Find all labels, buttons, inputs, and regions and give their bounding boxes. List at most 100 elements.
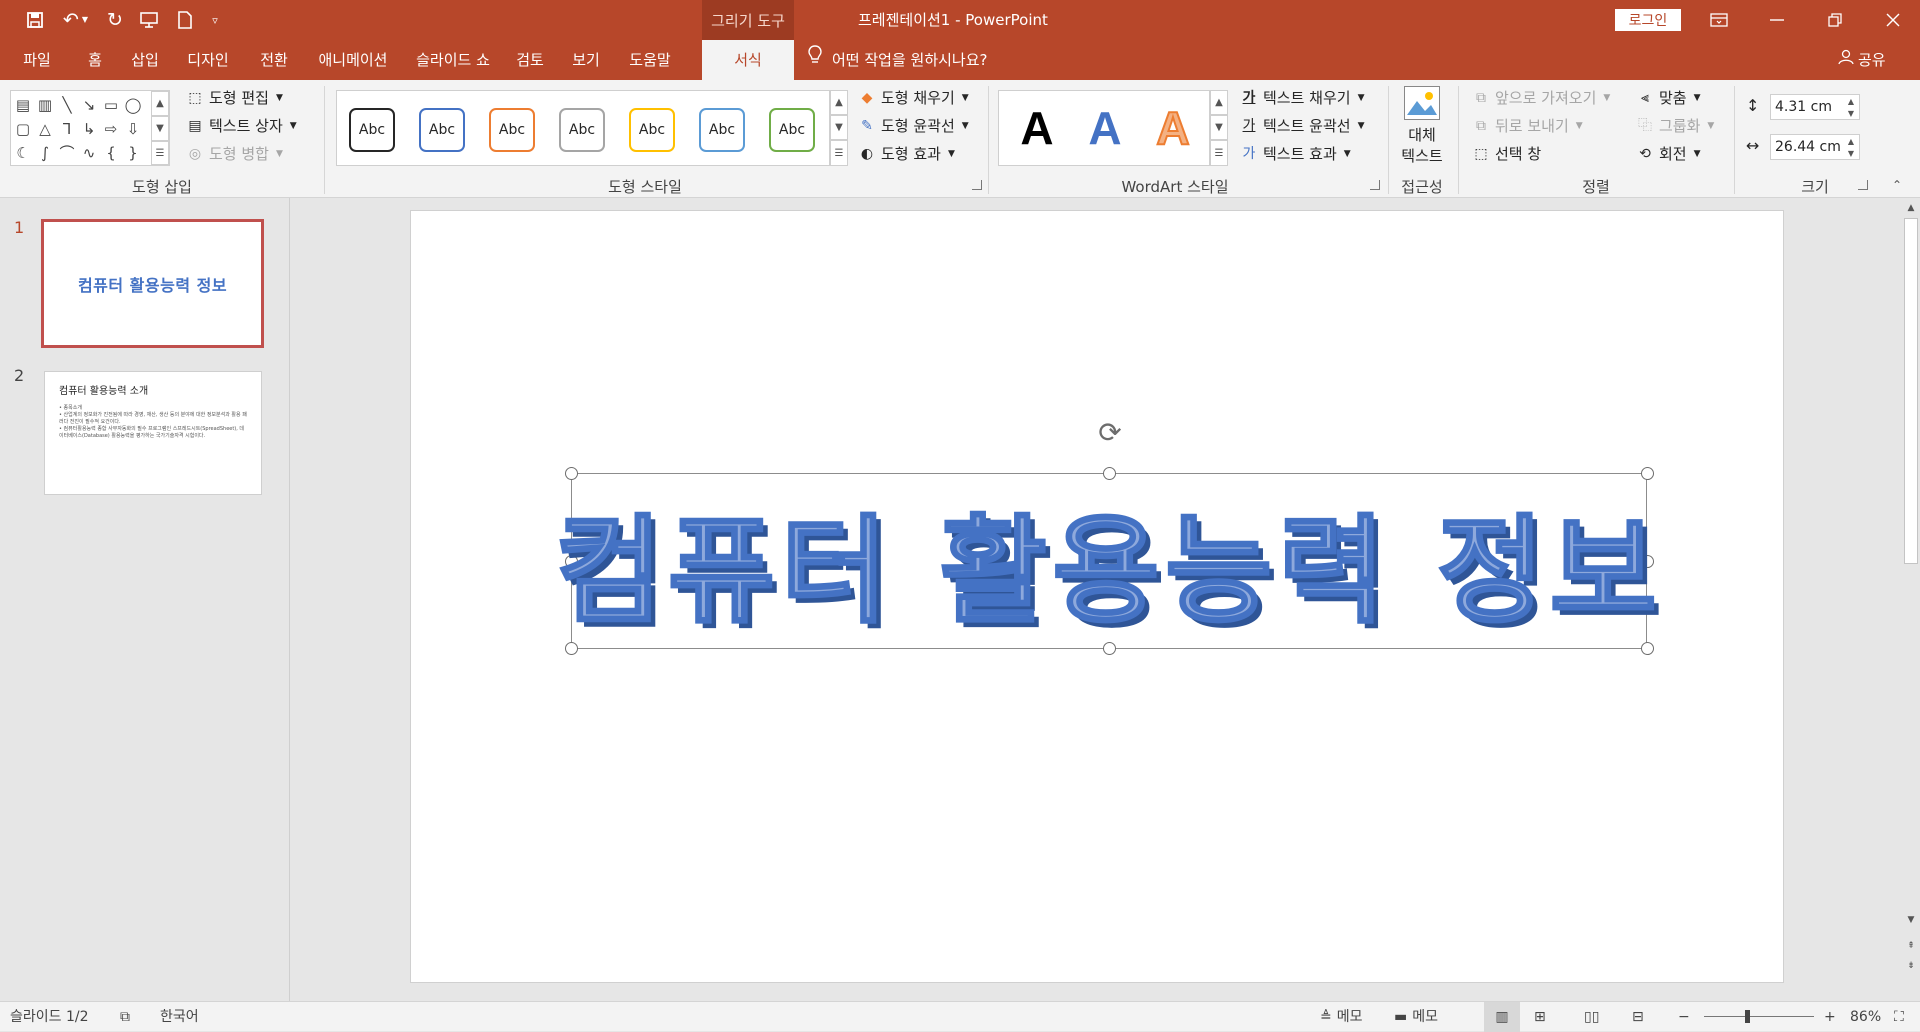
size-dialog-launcher[interactable] [1858,180,1868,190]
styles-scroll-down-icon[interactable]: ▼ [830,115,848,140]
zoom-out-icon[interactable]: − [1678,1002,1690,1032]
next-slide-icon[interactable]: ⇟ [1902,958,1920,974]
shape-styles-gallery[interactable]: Abc Abc Abc Abc Abc Abc Abc [336,90,830,166]
rotate-handle-icon[interactable]: ⟳ [1094,416,1126,449]
wordart-style-orange[interactable]: A [1143,97,1203,159]
ribbon-display-options-icon[interactable] [1690,0,1748,40]
right-brace-shape-icon[interactable]: } [123,143,143,163]
bring-forward-button[interactable]: ⧉ 앞으로 가져오기 ▼ [1472,86,1610,110]
wordart-gallery[interactable]: A A A [998,90,1210,166]
right-arrow-shape-icon[interactable]: ⇨ [101,119,121,139]
slide-show-view-icon[interactable]: ⊟ [1632,1002,1644,1032]
merge-shapes-button[interactable]: ◎ 도형 병합 ▼ [186,142,283,166]
wordart-scroll-down-icon[interactable]: ▼ [1210,115,1228,140]
zoom-slider-thumb[interactable] [1745,1010,1750,1023]
shape-style-swatch[interactable]: Abc [629,108,675,152]
shapes-scroll-down-icon[interactable]: ▼ [151,116,169,141]
left-brace-shape-icon[interactable]: { [101,143,121,163]
arc-shape-icon[interactable]: ⌒ [57,143,77,163]
shape-style-swatch[interactable]: Abc [559,108,605,152]
shape-styles-dialog-launcher[interactable] [972,180,982,190]
login-button[interactable]: 로그인 [1615,9,1681,31]
edit-shape-button[interactable]: ⬚ 도형 편집 ▼ [186,86,283,110]
slide-canvas[interactable]: ⟳ 컴퓨터 활용능력 정보 [410,210,1784,983]
text-box-shape-icon[interactable]: ▤ [13,95,33,115]
shape-style-swatch[interactable]: Abc [699,108,745,152]
shape-fill-button[interactable]: ◆ 도형 채우기 ▼ [858,86,969,110]
minimize-icon[interactable] [1748,0,1806,40]
tab-transitions[interactable]: 전환 [250,40,298,80]
slide-sorter-view-icon[interactable]: ⊞ [1534,1002,1546,1032]
line-shape-icon[interactable]: ╲ [57,95,77,115]
shape-style-swatch[interactable]: Abc [349,108,395,152]
title-text-box[interactable]: ⟳ 컴퓨터 활용능력 정보 [554,416,1658,655]
present-from-start-icon[interactable] [134,6,164,34]
slide-thumbnail-1[interactable]: 컴퓨터 활용능력 정보 [41,219,264,348]
shape-effects-button[interactable]: ◐ 도형 효과 ▼ [858,142,955,166]
tab-help[interactable]: 도움말 [620,40,680,80]
shape-style-swatch[interactable]: Abc [769,108,815,152]
tab-view[interactable]: 보기 [564,40,608,80]
slide-thumbnail-2[interactable]: 컴퓨터 활용능력 소개 • 종목소개 • 산업계의 정보화가 진전됨에 따라 경… [44,371,262,495]
collapse-ribbon-icon[interactable]: ⌃ [1892,178,1902,192]
align-button[interactable]: ⫷ 맞춤 ▼ [1636,86,1700,110]
tell-me-search[interactable]: 어떤 작업을 원하시나요? [808,40,988,80]
customize-qat-icon[interactable]: ▿ [205,6,225,34]
language-indicator[interactable]: 한국어 [160,1002,199,1032]
shape-height-field[interactable]: 4.31 cm ▲ ▼ [1770,94,1860,120]
previous-slide-icon[interactable]: ⇞ [1902,938,1920,954]
share-button[interactable]: 공유 [1838,40,1886,80]
elbow-connector-shape-icon[interactable]: ⅂ [57,119,77,139]
text-effects-button[interactable]: 가 텍스트 효과 ▼ [1240,142,1351,166]
spin-up-icon[interactable]: ▲ [1845,136,1857,147]
styles-more-icon[interactable]: ☰ [830,140,848,166]
triangle-shape-icon[interactable]: △ [35,119,55,139]
comments-button[interactable]: ▬ 메모 [1394,1002,1438,1032]
tab-slide-show[interactable]: 슬라이드 쇼 [410,40,496,80]
spin-up-icon[interactable]: ▲ [1845,96,1857,107]
restore-icon[interactable] [1806,0,1864,40]
tab-insert[interactable]: 삽입 [124,40,166,80]
wordart-style-black[interactable]: A [1007,97,1067,159]
spelling-check-icon[interactable]: ⧉ [120,1002,130,1032]
undo-dropdown-icon[interactable]: ▼ [78,6,92,34]
shape-style-swatch[interactable]: Abc [489,108,535,152]
text-box-button[interactable]: ▤ 텍스트 상자 ▼ [186,114,296,138]
shapes-gallery[interactable]: ▤ ▥ ╲ ↘ ▭ ◯ ▢ △ ⅂ ↳ ⇨ ⇩ ☾ ∫ ⌒ ∿ { } ▲ ▼ … [10,90,170,166]
shapes-scroll-up-icon[interactable]: ▲ [151,91,169,116]
text-outline-button[interactable]: 가 텍스트 윤곽선 ▼ [1240,114,1365,138]
arrow-line-shape-icon[interactable]: ↘ [79,95,99,115]
tab-animations[interactable]: 애니메이션 [310,40,396,80]
elbow-arrow-shape-icon[interactable]: ↳ [79,119,99,139]
shape-outline-button[interactable]: ✎ 도형 윤곽선 ▼ [858,114,969,138]
wordart-scroll-up-icon[interactable]: ▲ [1210,90,1228,115]
vertical-scrollbar[interactable]: ▲ ▼ ⇞ ⇟ [1902,198,1920,1001]
text-fill-button[interactable]: 가 텍스트 채우기 ▼ [1240,86,1365,110]
redo-icon[interactable]: ↻ [100,6,130,34]
tab-format[interactable]: 서식 [702,40,794,80]
send-backward-button[interactable]: ⧉ 뒤로 보내기 ▼ [1472,114,1583,138]
shape-width-field[interactable]: 26.44 cm ▲ ▼ [1770,134,1860,160]
reading-view-icon[interactable]: ▯▯ [1584,1002,1599,1032]
vertical-text-box-shape-icon[interactable]: ▥ [35,95,55,115]
spin-down-icon[interactable]: ▼ [1845,108,1857,119]
oval-shape-icon[interactable]: ◯ [123,95,143,115]
normal-view-icon[interactable]: ▥ [1484,1002,1520,1032]
tab-home[interactable]: 홈 [78,40,112,80]
save-icon[interactable] [20,6,50,34]
rounded-rectangle-shape-icon[interactable]: ▢ [13,119,33,139]
rectangle-shape-icon[interactable]: ▭ [101,95,121,115]
tab-review[interactable]: 검토 [508,40,552,80]
selection-pane-button[interactable]: ⬚ 선택 창 [1472,142,1541,166]
zoom-in-icon[interactable]: + [1824,1002,1836,1032]
down-arrow-shape-icon[interactable]: ⇩ [123,119,143,139]
shape-style-swatch[interactable]: Abc [419,108,465,152]
curve-shape-icon[interactable]: ∿ [79,143,99,163]
close-icon[interactable] [1864,0,1920,40]
alt-text-button[interactable]: 대체 텍스트 [1396,86,1448,170]
wordart-more-icon[interactable]: ☰ [1210,140,1228,166]
scroll-down-icon[interactable]: ▼ [1902,912,1920,928]
fit-slide-icon[interactable]: ⛶ [1894,1002,1904,1032]
zoom-level[interactable]: 86% [1850,1002,1881,1032]
styles-scroll-up-icon[interactable]: ▲ [830,90,848,115]
